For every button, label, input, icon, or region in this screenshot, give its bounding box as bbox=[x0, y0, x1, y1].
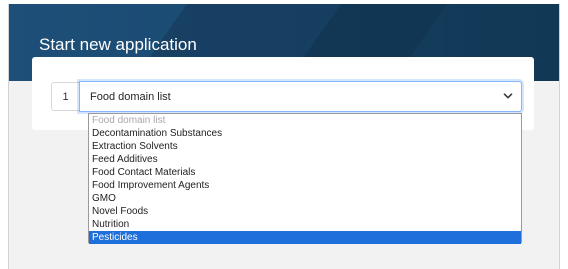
option-nutrition[interactable]: Nutrition bbox=[89, 218, 521, 231]
chevron-down-icon bbox=[503, 93, 513, 99]
option-food-domain-list: Food domain list bbox=[92, 115, 166, 126]
select-dropdown-list: Food domain list Decontamination Substan… bbox=[88, 113, 522, 244]
step-number: 1 bbox=[51, 82, 79, 111]
option-pesticides[interactable]: Pesticides bbox=[89, 231, 521, 244]
page-title: Start new application bbox=[39, 35, 197, 54]
select-value: Food domain list bbox=[90, 90, 171, 103]
option-feed-additives[interactable]: Feed Additives bbox=[89, 153, 521, 166]
option-gmo[interactable]: GMO bbox=[89, 192, 521, 205]
option-extraction-solvents[interactable]: Extraction Solvents bbox=[89, 140, 521, 153]
option-food-improvement-agents[interactable]: Food Improvement Agents bbox=[89, 179, 521, 192]
option-decontamination-substances[interactable]: Decontamination Substances bbox=[89, 127, 521, 140]
food-domain-select[interactable]: Food domain list bbox=[79, 81, 522, 112]
option-food-contact-materials[interactable]: Food Contact Materials bbox=[89, 166, 521, 179]
option-novel-foods[interactable]: Novel Foods bbox=[89, 205, 521, 218]
